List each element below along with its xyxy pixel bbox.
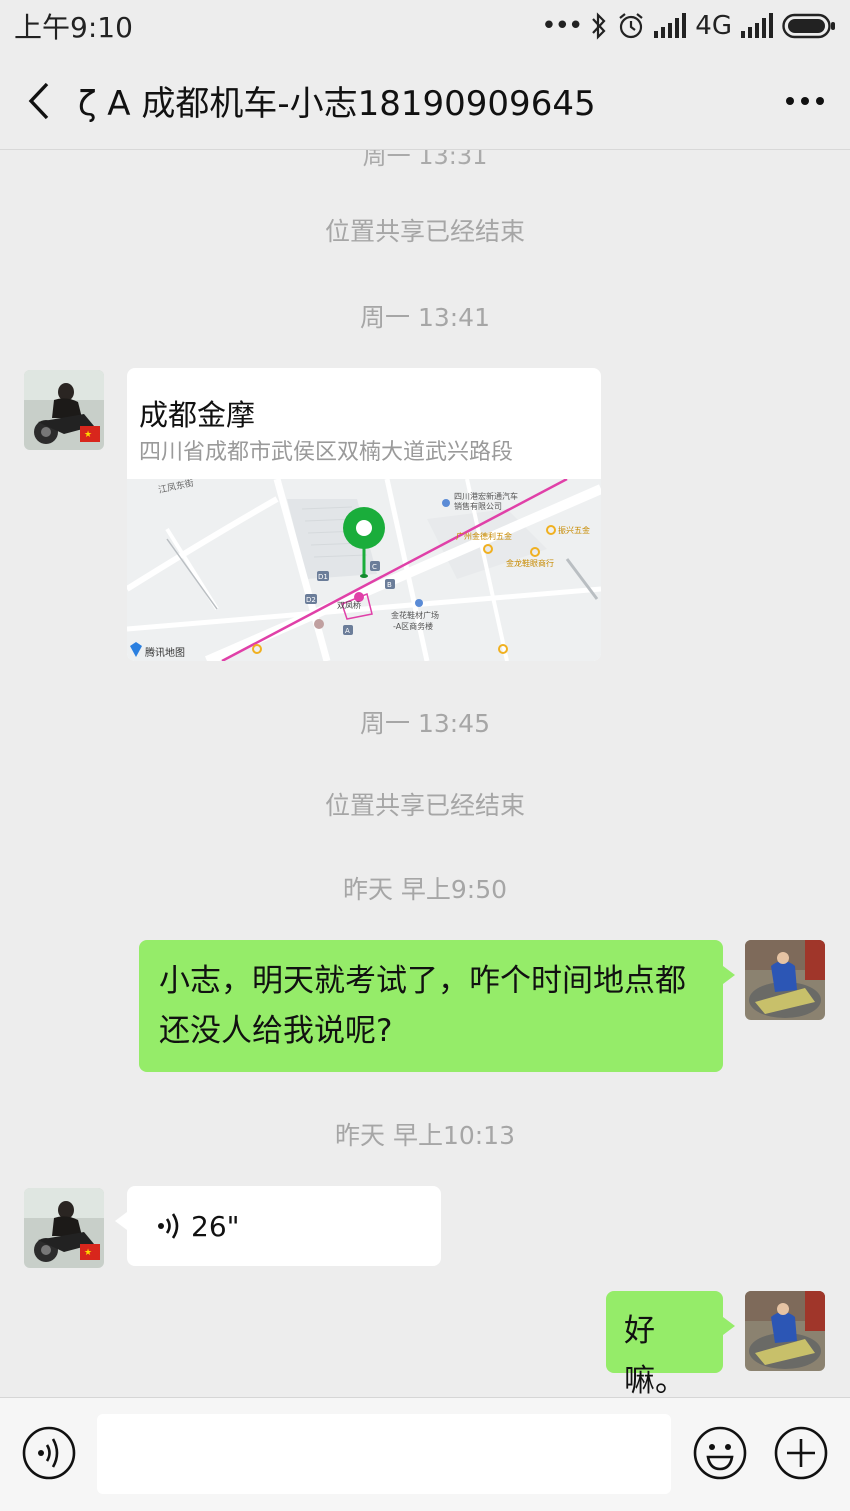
voice-message-bubble[interactable]: 26" [115, 1186, 441, 1266]
bluetooth-icon [589, 12, 609, 40]
signal-icon-2 [740, 13, 774, 39]
chat-header: ζ A 成都机车-小志18190909645 [0, 52, 850, 150]
map-poi-label: -A区商务楼 [393, 621, 433, 631]
timestamp: 周一 13:45 [360, 709, 490, 738]
status-time: 上午9:10 [14, 11, 133, 44]
timestamp: 周一 13:41 [360, 303, 490, 332]
location-map-thumbnail: D1 D2 C B A 江凤东街 四川港宏新通汽车 销售有限公司 振兴五金 广州… [127, 479, 601, 661]
map-station-label: 双凤桥 [337, 600, 361, 610]
contact-avatar[interactable]: ★ [24, 1188, 104, 1268]
timestamp: 周一 13:31 [362, 150, 488, 170]
map-exit-d1: D1 [318, 573, 328, 581]
map-exit-b: B [387, 581, 392, 589]
contact-avatar[interactable]: ★ [24, 370, 104, 450]
outgoing-message-bubble[interactable]: 小志，明天就考试了，咋个时间地点都还没人给我说呢? [139, 940, 735, 1072]
message-text: 小志，明天就考试了，咋个时间地点都还没人给我说呢? [159, 963, 686, 1049]
battery-icon [782, 13, 836, 39]
voice-icon [22, 1426, 76, 1480]
map-poi-label: 金龙鞋眼商行 [506, 558, 554, 568]
system-message: 位置共享已经结束 [324, 791, 525, 820]
timestamp: 昨天 早上9:50 [342, 875, 508, 904]
more-options-button[interactable] [760, 52, 850, 150]
status-bar: 上午9:10 ••• 4G [0, 0, 850, 52]
map-poi-label: 四川港宏新通汽车 [454, 491, 518, 501]
svg-text:★: ★ [84, 1248, 92, 1258]
more-functions-button[interactable] [773, 1425, 829, 1481]
voice-input-button[interactable] [21, 1425, 77, 1481]
location-name: 成都金摩 [139, 398, 256, 432]
chevron-left-icon [28, 82, 49, 119]
map-poi-label: 销售有限公司 [454, 501, 502, 511]
map-poi-label: 金花鞋材广场 [391, 610, 439, 620]
timestamp: 昨天 早上10:13 [335, 1121, 515, 1150]
map-poi-label: 振兴五金 [558, 525, 590, 535]
svg-text:★: ★ [84, 430, 92, 440]
map-exit-a: A [345, 627, 350, 635]
chat-title: ζ A 成都机车-小志18190909645 [78, 84, 596, 124]
message-input[interactable] [97, 1414, 671, 1494]
my-avatar[interactable] [745, 1291, 825, 1371]
alarm-icon [617, 12, 645, 40]
system-message: 位置共享已经结束 [324, 217, 525, 246]
map-exit-c: C [372, 563, 377, 571]
input-toolbar [0, 1397, 850, 1511]
message-text: 好嘛。 [624, 1313, 686, 1397]
status-icons: ••• 4G [541, 11, 836, 41]
svg-text:腾讯地图: 腾讯地图 [145, 646, 185, 659]
signal-icon [653, 13, 687, 39]
back-button[interactable] [4, 52, 74, 150]
message-list[interactable]: 周一 13:31 位置共享已经结束 周一 13:41 ★ 成都金摩 四川省成都市… [0, 150, 850, 1397]
smiley-icon [693, 1426, 747, 1480]
more-horizontal-icon [786, 96, 824, 105]
location-address: 四川省成都市武侯区双楠大道武兴路段 [139, 440, 514, 465]
plus-icon [774, 1426, 828, 1480]
location-message-card[interactable]: 成都金摩 四川省成都市武侯区双楠大道武兴路段 D1 D2 C B A 江凤东街 … [127, 368, 601, 661]
map-exit-d2: D2 [306, 596, 316, 604]
map-poi-label: 广州金德利五金 [456, 531, 512, 541]
voice-duration: 26" [191, 1209, 240, 1243]
outgoing-message-bubble[interactable]: 好嘛。 [606, 1291, 735, 1397]
more-dots-icon: ••• [541, 11, 583, 41]
network-type-label: 4G [695, 11, 732, 41]
voice-wave-icon [158, 1213, 179, 1239]
emoji-button[interactable] [692, 1425, 748, 1481]
my-avatar[interactable] [745, 940, 825, 1020]
